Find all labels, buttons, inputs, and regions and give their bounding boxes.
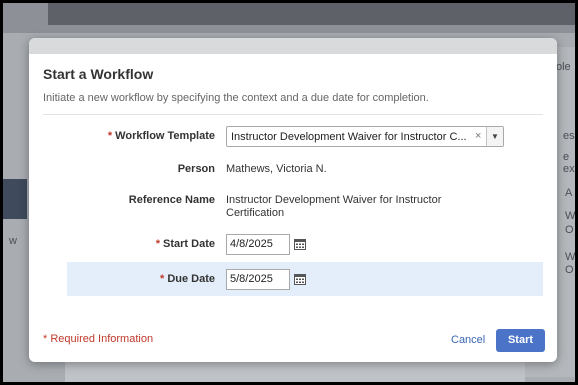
dialog-title: Start a Workflow bbox=[43, 66, 154, 82]
screen: ole essi e ex A W O W O w Start a Workfl… bbox=[3, 3, 575, 382]
dialog-description: Initiate a new workflow by specifying th… bbox=[43, 92, 429, 104]
background-text: essi bbox=[563, 130, 575, 142]
person-label: Person bbox=[177, 163, 215, 175]
reference-name-row: Reference Name Instructor Development Wa… bbox=[67, 193, 543, 223]
label-text: Workflow Template bbox=[115, 130, 215, 142]
start-button[interactable]: Start bbox=[496, 329, 545, 352]
reference-name-line: Instructor Development Waiver for Instru… bbox=[226, 194, 442, 206]
required-marker: * bbox=[107, 130, 113, 142]
background-text: W bbox=[565, 210, 575, 222]
workflow-template-value: Instructor Development Waiver for Instru… bbox=[231, 131, 467, 143]
background-text: A bbox=[565, 187, 573, 199]
workflow-template-row: * Workflow Template Instructor Developmen… bbox=[67, 126, 543, 148]
start-date-input[interactable]: 4/8/2025 bbox=[226, 234, 290, 255]
start-date-row: * Start Date 4/8/2025 bbox=[67, 234, 543, 256]
background-left-bar bbox=[3, 179, 27, 219]
background-text: O bbox=[565, 224, 574, 236]
background-text: w bbox=[9, 235, 17, 247]
reference-name-value: Instructor Development Waiver for Instru… bbox=[226, 194, 441, 220]
divider bbox=[43, 114, 543, 115]
due-date-label: * Due Date bbox=[67, 273, 215, 285]
start-workflow-dialog: Start a Workflow Initiate a new workflow… bbox=[29, 38, 557, 362]
background-text: W bbox=[565, 251, 575, 263]
label-text: Start Date bbox=[163, 238, 215, 250]
background-text: O bbox=[565, 264, 574, 276]
clear-icon[interactable]: × bbox=[475, 130, 481, 142]
required-information-note: * Required Information bbox=[43, 333, 154, 345]
reference-name-label: Reference Name bbox=[128, 194, 215, 206]
workflow-template-select[interactable]: Instructor Development Waiver for Instru… bbox=[226, 126, 504, 147]
person-row: Person Mathews, Victoria N. bbox=[67, 162, 543, 178]
label-text: Due Date bbox=[167, 273, 215, 285]
due-date-row: * Due Date 5/8/2025 bbox=[67, 262, 543, 296]
workflow-template-label: * Workflow Template bbox=[67, 130, 215, 142]
background-topbar bbox=[48, 3, 575, 25]
chevron-down-icon[interactable]: ▼ bbox=[486, 127, 503, 146]
required-marker: * bbox=[160, 273, 165, 285]
required-marker: * bbox=[155, 238, 161, 250]
calendar-icon[interactable] bbox=[294, 273, 306, 285]
background-text: e ex bbox=[563, 151, 575, 175]
calendar-icon[interactable] bbox=[294, 238, 306, 250]
start-date-label: * Start Date bbox=[67, 238, 215, 250]
dialog-header-strip bbox=[29, 38, 557, 54]
cancel-button[interactable]: Cancel bbox=[451, 334, 485, 346]
background-text: ole bbox=[556, 61, 571, 73]
reference-name-line: Certification bbox=[226, 207, 285, 219]
due-date-input[interactable]: 5/8/2025 bbox=[226, 269, 290, 290]
person-value: Mathews, Victoria N. bbox=[226, 163, 327, 175]
